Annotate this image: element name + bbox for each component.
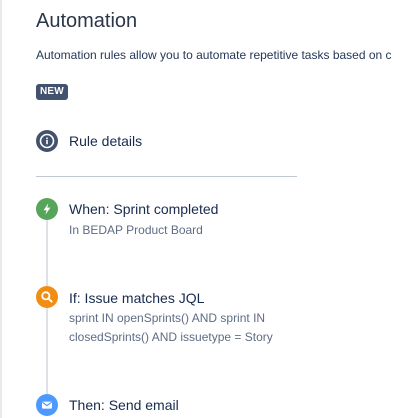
page-edge-rule [0, 0, 2, 418]
rule-details-link[interactable]: Rule details [69, 133, 142, 149]
flow-connector [46, 308, 48, 394]
mail-icon[interactable] [36, 394, 58, 416]
flow-connector [46, 220, 48, 286]
condition-step-detail-line: sprint IN openSprints() AND sprint IN [69, 311, 266, 325]
lightning-icon[interactable] [36, 198, 58, 220]
page-title: Automation [36, 10, 138, 32]
action-step-title[interactable]: Then: Send email [69, 397, 179, 413]
trigger-step-detail: In BEDAP Product Board [69, 223, 203, 237]
section-divider [36, 176, 297, 177]
trigger-step-title[interactable]: When: Sprint completed [69, 201, 218, 217]
condition-step-detail-line: closedSprints() AND issuetype = Story [69, 330, 273, 344]
info-icon[interactable] [36, 130, 58, 152]
page-description: Automation rules allow you to automate r… [36, 48, 392, 62]
condition-step-title[interactable]: If: Issue matches JQL [69, 290, 204, 306]
search-icon[interactable] [36, 286, 58, 308]
new-badge: NEW [36, 84, 68, 100]
